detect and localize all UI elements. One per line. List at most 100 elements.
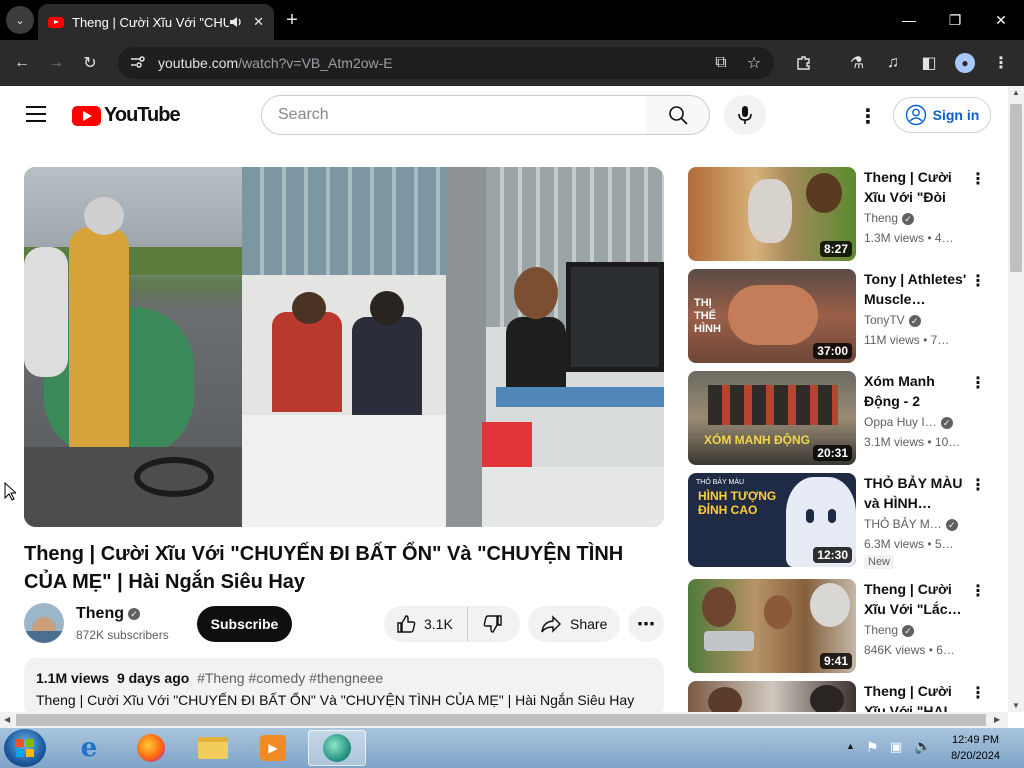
description-meta: 1.1M views 9 days ago #Theng #comedy #th…: [36, 670, 652, 686]
scroll-left-arrow-icon[interactable]: ◀: [4, 715, 10, 724]
close-window-icon[interactable]: ✕: [978, 0, 1024, 40]
tab-title: Theng | Cười Xĩu Với "CHU: [72, 14, 230, 30]
search-icon: [668, 106, 688, 125]
show-hidden-icons-icon[interactable]: ▲: [846, 741, 855, 751]
video-thumbnail[interactable]: 8:27: [688, 167, 856, 261]
recommendation-item[interactable]: 8:27 Theng | Cười Xĩu Với "Đòi Đ… Theng✓…: [688, 167, 988, 261]
item-menu-icon[interactable]: ⋮: [970, 169, 986, 189]
back-icon[interactable]: ←: [5, 46, 39, 80]
site-info-icon[interactable]: [130, 55, 146, 72]
hashtags[interactable]: #Theng #comedy #thengneee: [197, 670, 383, 686]
url-host: youtube.com: [158, 55, 239, 71]
restore-icon[interactable]: ❐: [932, 0, 978, 40]
profile-avatar-icon[interactable]: ●: [948, 46, 982, 80]
channel-name[interactable]: Theng ✓: [76, 605, 140, 623]
settings-menu-icon[interactable]: ⋮: [858, 104, 878, 129]
recommendation-channel: Theng ✓: [864, 623, 915, 637]
media-player-icon[interactable]: ▶: [246, 730, 300, 766]
video-player[interactable]: [24, 167, 664, 527]
microphone-icon: [738, 106, 752, 124]
more-actions-button[interactable]: ⋯: [628, 606, 664, 642]
sign-in-button[interactable]: Sign in: [893, 97, 991, 133]
browser-tab[interactable]: Theng | Cười Xĩu Với "CHU ✕: [38, 4, 274, 40]
internet-explorer-icon[interactable]: e: [62, 730, 116, 766]
system-clock[interactable]: 12:49 PM 8/20/2024: [951, 732, 1000, 764]
recommendation-channel-text: THỎ BẢY M…: [864, 517, 942, 531]
scroll-down-arrow-icon[interactable]: ▼: [1012, 701, 1020, 710]
video-thumbnail[interactable]: 9:41: [688, 579, 856, 673]
share-button[interactable]: Share: [528, 606, 620, 642]
tab-search-button[interactable]: ⌄: [6, 6, 34, 34]
extensions-icon[interactable]: [787, 46, 821, 80]
action-center-flag-icon[interactable]: ⚑: [866, 739, 879, 756]
clock-time: 12:49 PM: [951, 734, 1000, 746]
new-badge: New: [864, 555, 895, 569]
item-menu-icon[interactable]: ⋮: [970, 475, 986, 495]
video-duration: 20:31: [813, 445, 852, 461]
youtube-logo[interactable]: YouTube: [72, 104, 181, 127]
forward-icon[interactable]: →: [39, 46, 73, 80]
voice-search-button[interactable]: [724, 95, 766, 135]
network-icon[interactable]: ▣: [890, 739, 902, 755]
video-duration: 9:41: [819, 653, 852, 669]
scroll-up-arrow-icon[interactable]: ▲: [1012, 88, 1020, 97]
minimize-icon[interactable]: —: [886, 0, 932, 40]
chrome-menu-icon[interactable]: ⋮: [984, 46, 1018, 80]
video-thumbnail[interactable]: THỎ BẢY MÀU HÌNH TƯỢNG ĐỈNH CAO 12:30: [688, 473, 856, 567]
firefox-icon[interactable]: [124, 730, 178, 766]
start-button[interactable]: [4, 729, 46, 767]
search-placeholder: Search: [278, 106, 329, 123]
reload-icon[interactable]: ↻: [73, 46, 107, 80]
close-tab-icon[interactable]: ✕: [253, 14, 264, 30]
like-button[interactable]: 3.1K: [384, 606, 468, 642]
recommendation-channel: Theng ✓: [864, 211, 915, 225]
like-dislike-group: 3.1K: [384, 606, 520, 642]
file-explorer-icon[interactable]: [186, 730, 240, 766]
browser-toolbar: ← → ↻ youtube.com/watch?v=VB_Atm2ow-E ⧉ …: [0, 40, 1024, 86]
recommendation-item[interactable]: THỎ BẢY MÀU HÌNH TƯỢNG ĐỈNH CAO 12:30 TH…: [688, 473, 988, 569]
item-menu-icon[interactable]: ⋮: [970, 683, 986, 703]
address-bar[interactable]: youtube.com/watch?v=VB_Atm2ow-E: [118, 47, 774, 79]
video-thumbnail[interactable]: THỊ THẾ HÌNH 37:00: [688, 269, 856, 363]
verified-check-icon: ✓: [908, 314, 921, 327]
hamburger-menu-icon[interactable]: [26, 106, 46, 122]
cast-icon[interactable]: ⧉: [704, 46, 738, 80]
vertical-scroll-thumb[interactable]: [1010, 104, 1022, 272]
recommendation-channel: THỎ BẢY M… ✓: [864, 517, 958, 531]
video-thumbnail[interactable]: XÓM MANH ĐỘNG 20:31: [688, 371, 856, 465]
scroll-right-arrow-icon[interactable]: ▶: [994, 715, 1000, 724]
video-thumbnail[interactable]: [688, 681, 856, 712]
subscribe-button[interactable]: Subscribe: [197, 606, 292, 642]
recommendation-views: 3.1M views: [864, 435, 925, 449]
item-menu-icon[interactable]: ⋮: [970, 271, 986, 291]
thumbs-up-icon: [397, 615, 416, 633]
recommendation-channel: Oppa Huy I… ✓: [864, 415, 953, 429]
horizontal-scroll-thumb[interactable]: [16, 714, 986, 726]
dislike-button[interactable]: [468, 606, 518, 642]
side-panel-icon[interactable]: ◧: [912, 46, 946, 80]
labs-flask-icon[interactable]: ⚗: [840, 46, 874, 80]
search-input[interactable]: Search: [261, 95, 647, 135]
recommendation-stats: 846K views • 6…: [864, 643, 955, 657]
channel-avatar[interactable]: [24, 603, 64, 643]
view-count: 1.1M views: [36, 670, 110, 686]
audio-playing-icon[interactable]: [229, 15, 243, 29]
recommendation-item[interactable]: THỊ THẾ HÌNH 37:00 Tony | Athletes' Musc…: [688, 269, 988, 363]
volume-muted-icon[interactable]: 🔈: [914, 738, 931, 755]
item-menu-icon[interactable]: ⋮: [970, 373, 986, 393]
browser-tab-strip: ⌄ Theng | Cười Xĩu Với "CHU ✕ + — ❐ ✕: [0, 0, 1024, 40]
recommendation-item[interactable]: XÓM MANH ĐỘNG 20:31 Xóm Manh Động - 2 Op…: [688, 371, 988, 465]
share-icon: [541, 615, 561, 633]
search-button[interactable]: [646, 95, 710, 135]
recommendation-item[interactable]: Theng | Cười Xĩu Với "HAI… ⋮: [688, 681, 988, 712]
verified-check-icon: ✓: [902, 212, 915, 225]
recommendation-item[interactable]: 9:41 Theng | Cười Xĩu Với "Lắc… Theng ✓ 8…: [688, 579, 988, 673]
new-tab-button[interactable]: +: [280, 6, 304, 34]
bookmark-star-icon[interactable]: ☆: [737, 46, 771, 80]
item-menu-icon[interactable]: ⋮: [970, 581, 986, 601]
verified-check-icon: ✓: [940, 416, 953, 429]
active-app-icon[interactable]: [308, 730, 366, 766]
recommendation-age: • 7…: [923, 333, 950, 347]
media-controls-icon[interactable]: ♫: [876, 46, 910, 80]
description-box[interactable]: 1.1M views 9 days ago #Theng #comedy #th…: [24, 658, 664, 718]
